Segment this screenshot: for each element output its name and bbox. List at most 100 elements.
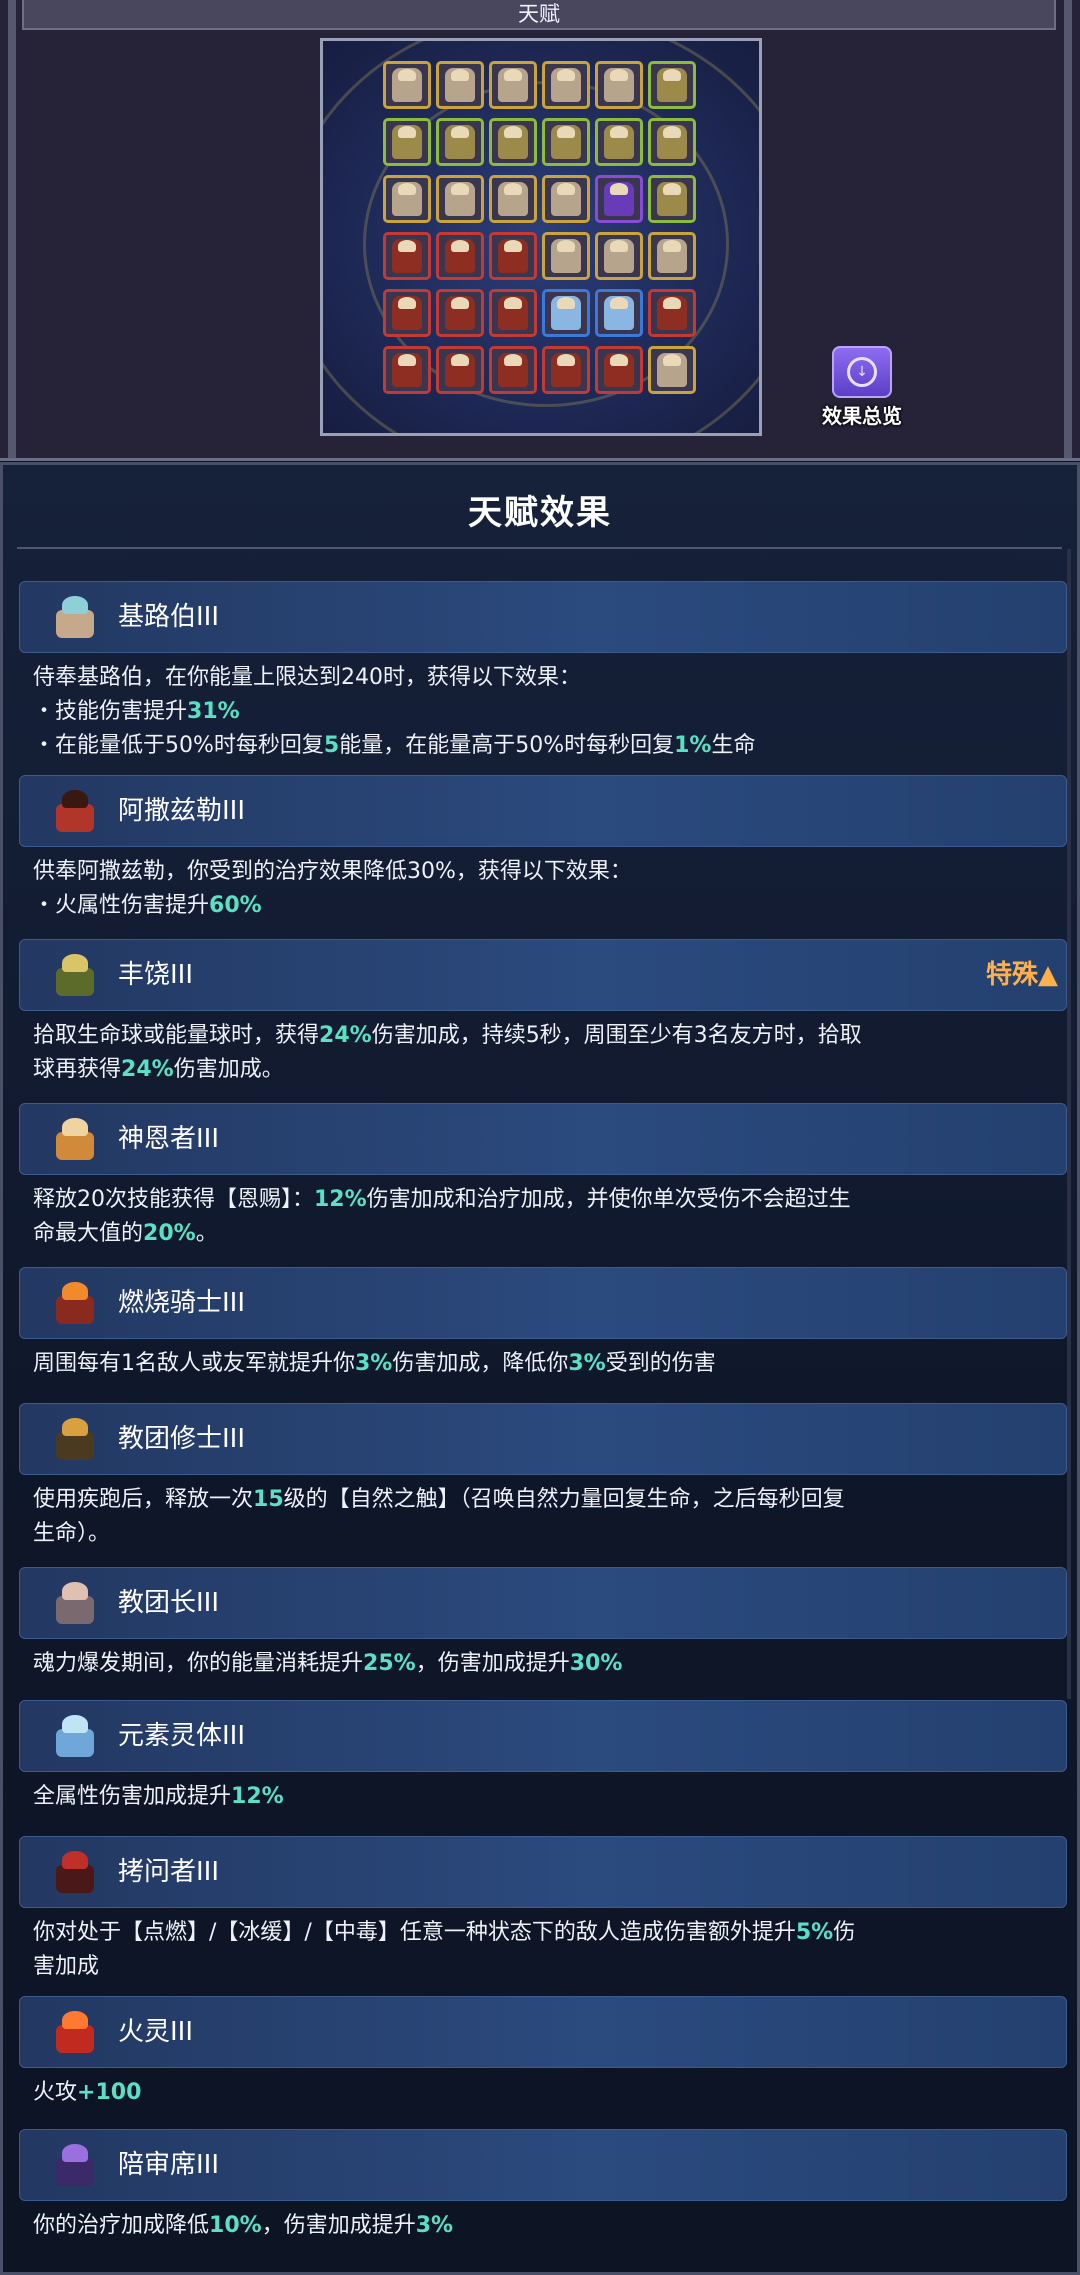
talent-tile[interactable] — [648, 289, 696, 337]
effect-header[interactable]: 陪审席III — [19, 2129, 1067, 2201]
description-text: 害加成 — [33, 1954, 100, 1979]
description-text: 球再获得 — [33, 1057, 122, 1082]
effect-description: 你的治疗加成降低10%，伤害加成提升3% — [33, 2209, 1053, 2243]
highlight-value: 25% — [363, 1651, 416, 1676]
icon-head — [62, 1715, 88, 1733]
icon-head — [62, 2011, 88, 2029]
talent-tile[interactable] — [542, 232, 590, 280]
talent-tile[interactable] — [383, 61, 431, 109]
highlight-value: 60% — [209, 893, 262, 918]
talent-tile[interactable] — [383, 232, 431, 280]
description-text: 拾取生命球或能量球时，获得 — [33, 1023, 320, 1048]
talent-tile[interactable] — [489, 175, 537, 223]
talent-tile[interactable] — [648, 118, 696, 166]
highlight-value: 15 — [253, 1487, 284, 1512]
effect-name: 元素灵体III — [118, 1721, 246, 1751]
talent-tile[interactable] — [595, 175, 643, 223]
talent-tile[interactable] — [542, 118, 590, 166]
description-text: 周围每有1名敌人或友军就提升你 — [33, 1351, 355, 1376]
description-text: 释放20次技能获得【恩赐】： — [33, 1187, 314, 1212]
effect-header[interactable]: 教团修士III — [19, 1403, 1067, 1475]
description-line: 使用疾跑后，释放一次15级的【自然之触】（召唤自然力量回复生命，之后每秒回复 — [33, 1483, 1053, 1517]
figure-head — [504, 126, 522, 138]
icon-body — [56, 1432, 94, 1460]
talent-tile[interactable] — [595, 61, 643, 109]
talent-tile[interactable] — [648, 61, 696, 109]
effect-header[interactable]: 教团长III — [19, 1567, 1067, 1639]
icon-head — [62, 1418, 88, 1436]
special-tag[interactable]: 特殊▲ — [986, 940, 1058, 1010]
effect-name: 火灵III — [118, 2017, 194, 2047]
talent-tile[interactable] — [595, 346, 643, 394]
effect-name: 阿撒兹勒III — [118, 796, 246, 826]
talent-panel-title: 天赋 — [22, 0, 1056, 30]
overview-label: 效果总览 — [822, 404, 902, 428]
talent-tile[interactable] — [648, 346, 696, 394]
effect-description: 你对处于【点燃】/【冰缓】/【中毒】任意一种状态下的敌人造成伤害额外提升5%伤害… — [33, 1916, 1053, 1984]
panel-frame-right — [1064, 0, 1072, 458]
effect-header[interactable]: 阿撒兹勒III — [19, 775, 1067, 847]
effect-header[interactable]: 拷问者III — [19, 1836, 1067, 1908]
talent-tile[interactable] — [436, 346, 484, 394]
figure-head — [610, 183, 628, 195]
effect-header[interactable]: 火灵III — [19, 1996, 1067, 2068]
talent-tile[interactable] — [648, 175, 696, 223]
figure-head — [504, 297, 522, 309]
talent-tile[interactable] — [648, 232, 696, 280]
icon-head — [62, 1851, 88, 1869]
talent-tile[interactable] — [383, 175, 431, 223]
talent-tile[interactable] — [436, 289, 484, 337]
effects-scrollbar[interactable] — [1067, 549, 1071, 1699]
effect-description: 供奉阿撒兹勒，你受到的治疗效果降低30%，获得以下效果： ・火属性伤害提升60% — [33, 855, 1053, 923]
talent-tile[interactable] — [542, 175, 590, 223]
description-line: 火攻+100 — [33, 2076, 1053, 2110]
talent-tile[interactable] — [383, 289, 431, 337]
figure-head — [663, 240, 681, 252]
talent-tile[interactable] — [436, 61, 484, 109]
talent-tile[interactable] — [436, 175, 484, 223]
effect-header[interactable]: 元素灵体III — [19, 1700, 1067, 1772]
description-line: 侍奉基路伯，在你能量上限达到240时，获得以下效果： — [33, 661, 1053, 695]
icon-body — [56, 1132, 94, 1160]
description-line: 供奉阿撒兹勒，你受到的治疗效果降低30%，获得以下效果： — [33, 855, 1053, 889]
figure-head — [663, 69, 681, 81]
talent-tile[interactable] — [489, 61, 537, 109]
effect-name: 基路伯III — [118, 602, 220, 632]
description-text: 生命 — [711, 733, 756, 758]
talent-tile[interactable] — [595, 289, 643, 337]
figure-head — [663, 354, 681, 366]
figure-head — [504, 354, 522, 366]
talent-tile[interactable] — [542, 61, 590, 109]
azazel-icon — [50, 786, 100, 836]
panel-frame-left — [8, 0, 16, 458]
talent-tile[interactable] — [489, 118, 537, 166]
talent-tile[interactable] — [383, 118, 431, 166]
talent-tile[interactable] — [489, 289, 537, 337]
figure-head — [663, 183, 681, 195]
description-line: ・技能伤害提升31% — [33, 695, 1053, 729]
description-text: ・火属性伤害提升 — [33, 893, 210, 918]
talent-tile[interactable] — [542, 289, 590, 337]
description-line: ・火属性伤害提升60% — [33, 889, 1053, 923]
talent-tile[interactable] — [595, 232, 643, 280]
talent-tile[interactable] — [436, 118, 484, 166]
figure-head — [451, 69, 469, 81]
effect-overview-button[interactable]: ↓ 效果总览 — [822, 346, 902, 428]
description-text: 伤害加成，降低你 — [392, 1351, 569, 1376]
effect-header[interactable]: 燃烧骑士III — [19, 1267, 1067, 1339]
figure-head — [504, 183, 522, 195]
effect-description: 火攻+100 — [33, 2076, 1053, 2110]
effect-header[interactable]: 神恩者III — [19, 1103, 1067, 1175]
talent-tile[interactable] — [542, 346, 590, 394]
talent-tile[interactable] — [383, 346, 431, 394]
description-text: ・在能量低于50%时每秒回复 — [33, 733, 324, 758]
effect-header[interactable]: 基路伯III — [19, 581, 1067, 653]
effect-name: 拷问者III — [118, 1857, 220, 1887]
talent-tile[interactable] — [595, 118, 643, 166]
figure-head — [557, 69, 575, 81]
talent-tile[interactable] — [489, 346, 537, 394]
effect-header[interactable]: 丰饶III 特殊▲ — [19, 939, 1067, 1011]
description-text: 。 — [195, 1221, 218, 1246]
talent-tile[interactable] — [436, 232, 484, 280]
talent-tile[interactable] — [489, 232, 537, 280]
